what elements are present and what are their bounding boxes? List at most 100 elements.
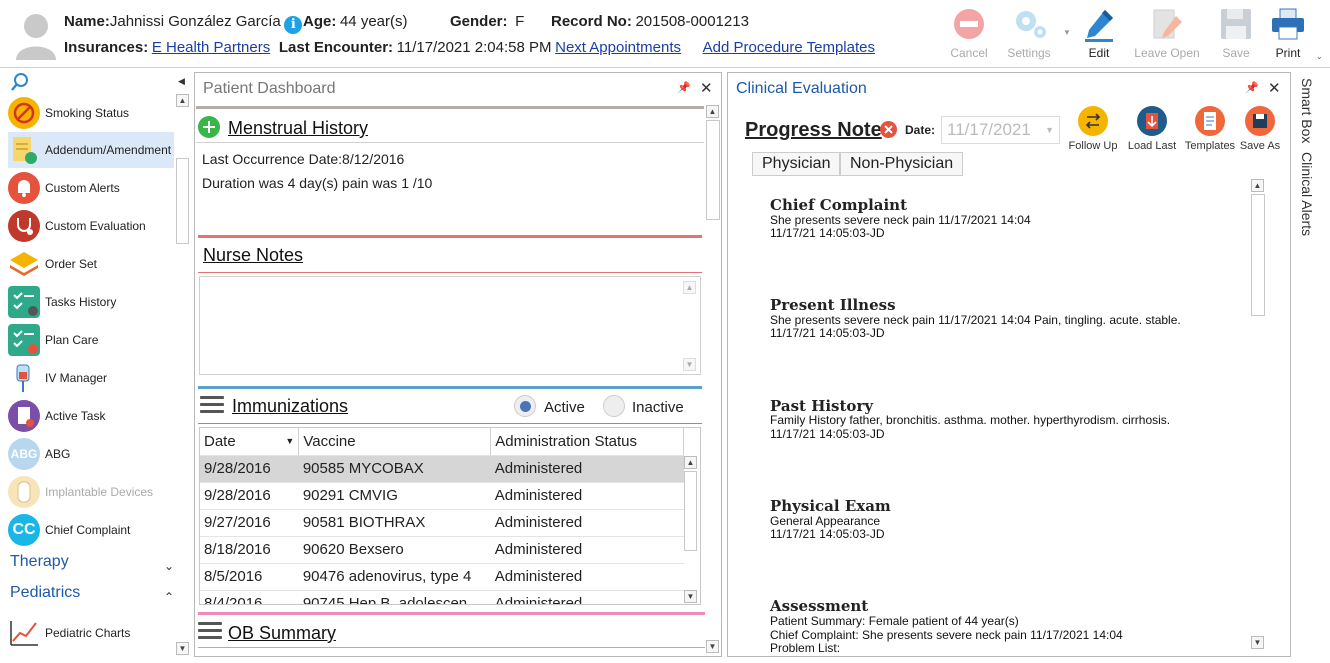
sidebar-item-iv-manager[interactable]: IV Manager — [8, 360, 174, 396]
sidebar-item-abg[interactable]: ABG ABG — [8, 436, 174, 472]
sidebar-scroll-up-icon[interactable]: ▲ — [176, 94, 189, 107]
date-field[interactable]: 11/17/2021 ▼ — [941, 116, 1060, 144]
sidebar-item-plan-care[interactable]: Plan Care — [8, 322, 174, 358]
active-radio[interactable] — [514, 395, 536, 417]
ob-summary-title[interactable]: OB Summary — [228, 623, 336, 644]
settings-button[interactable]: Settings — [1001, 6, 1057, 64]
growth-chart-icon — [8, 617, 40, 649]
chevron-down-icon[interactable]: ▼ — [1045, 125, 1054, 135]
patient-header: Name:Jahnissi González García i Age: 44 … — [0, 0, 1330, 68]
table-row[interactable]: 8/4/2016 90745 Hep B, adolescen Administer… — [200, 590, 684, 604]
info-icon[interactable]: i — [284, 16, 303, 34]
sidebar-item-chief-complaint[interactable]: CC Chief Complaint — [8, 512, 174, 548]
sidebar-item-addendum-amendment[interactable]: Addendum/Amendment — [8, 132, 174, 168]
table-row[interactable]: 9/28/2016 90585 MYCOBAX Administered — [200, 455, 684, 483]
menstrual-history-title[interactable]: Menstrual History — [228, 118, 368, 139]
note-scroll-down-icon[interactable]: ▼ — [1251, 636, 1264, 649]
table-scroll-down-icon[interactable]: ▼ — [684, 590, 697, 603]
tab-non-physician[interactable]: Non-Physician — [840, 152, 964, 176]
column-header-administration-status[interactable]: Administration Status — [490, 428, 684, 456]
clipboard-task-icon — [8, 400, 40, 432]
table-scroll-up-icon[interactable]: ▲ — [684, 456, 697, 469]
sidebar-item-label: Chief Complaint — [45, 523, 131, 537]
tab-clinical-alerts[interactable]: Clinical Alerts — [1299, 152, 1315, 236]
age-label: Age: — [303, 13, 337, 30]
no-smoking-icon — [8, 97, 40, 129]
menu-icon[interactable] — [200, 396, 224, 414]
collapse-sidebar-icon[interactable]: ◀ — [178, 76, 185, 87]
templates-button[interactable]: Templates — [1181, 106, 1239, 152]
category-therapy[interactable]: Therapy — [10, 553, 69, 571]
sidebar-scrollbar-thumb[interactable] — [176, 158, 189, 244]
tab-smart-box[interactable]: Smart Box — [1299, 78, 1315, 143]
leave-open-button[interactable]: Leave Open — [1131, 6, 1203, 64]
inactive-radio[interactable] — [603, 395, 625, 417]
table-scrollbar-thumb[interactable] — [684, 471, 697, 551]
add-icon[interactable] — [198, 116, 220, 138]
table-row[interactable]: 8/18/2016 90620 Bexsero Administered — [200, 536, 684, 564]
table-row[interactable]: 9/27/2016 90581 BIOTHRAX Administered — [200, 509, 684, 537]
sidebar-item-smoking-status[interactable]: Smoking Status — [8, 95, 174, 131]
sidebar-item-active-task[interactable]: Active Task — [8, 398, 174, 434]
sidebar-item-label: Smoking Status — [45, 106, 130, 120]
insurance-link[interactable]: E Health Partners — [152, 39, 270, 56]
nurse-notes-textarea[interactable] — [199, 276, 701, 375]
chevron-up-icon[interactable]: ⌃ — [164, 590, 174, 604]
immunizations-title[interactable]: Immunizations — [232, 396, 348, 417]
patient-age: 44 year(s) — [339, 13, 408, 30]
dashboard-scroll-up-icon[interactable]: ▲ — [706, 105, 719, 118]
sidebar-item-order-set[interactable]: Order Set — [8, 246, 174, 282]
notes-scroll-down-icon[interactable]: ▼ — [683, 358, 696, 371]
expand-icon[interactable]: ⌄ — [1316, 52, 1323, 61]
table-row[interactable]: 8/5/2016 90476 adenovirus, type 4 Administ… — [200, 563, 684, 591]
add-procedure-templates-link[interactable]: Add Procedure Templates — [703, 39, 875, 56]
close-icon[interactable]: ✕ — [700, 79, 713, 97]
save-button[interactable]: Save — [1208, 6, 1264, 64]
column-header-date[interactable]: Date ▼ — [200, 428, 300, 456]
edit-button[interactable]: Edit — [1071, 6, 1127, 64]
menu-icon[interactable] — [198, 622, 222, 640]
dashboard-scroll-down-icon[interactable]: ▼ — [706, 640, 719, 653]
settings-chevron-down-icon[interactable]: ▼ — [1063, 28, 1071, 37]
next-appointments-link[interactable]: Next Appointments — [555, 39, 681, 56]
follow-up-button[interactable]: Follow Up — [1064, 106, 1122, 152]
pin-icon[interactable]: 📌 — [677, 81, 691, 94]
note-scrollbar-thumb[interactable] — [1251, 194, 1265, 316]
last-encounter-value: 11/17/2021 2:04:58 PM — [396, 39, 552, 56]
sidebar-item-pediatric-charts[interactable]: Pediatric Charts — [8, 615, 174, 651]
divider — [196, 142, 704, 143]
sidebar-item-implantable-devices[interactable]: Implantable Devices — [8, 474, 174, 510]
save-as-button[interactable]: Save As — [1235, 106, 1285, 152]
dashboard-scrollbar-thumb[interactable] — [706, 120, 720, 220]
table-row[interactable]: 9/28/2016 90291 CMVIG Administered — [200, 482, 684, 510]
sidebar-item-label: ABG — [45, 447, 71, 461]
category-pediatrics[interactable]: Pediatrics — [10, 584, 80, 602]
floppy-disk-icon — [1245, 106, 1275, 136]
remove-icon[interactable] — [880, 121, 897, 138]
print-button[interactable]: Print — [1260, 6, 1316, 64]
pin-icon[interactable]: 📌 — [1245, 81, 1259, 94]
notes-scroll-up-icon[interactable]: ▲ — [683, 281, 696, 294]
nurse-notes-rule — [198, 235, 702, 238]
load-last-button[interactable]: Load Last — [1123, 106, 1181, 152]
templates-label: Templates — [1184, 140, 1236, 152]
tab-physician[interactable]: Physician — [752, 152, 841, 176]
sort-down-icon[interactable]: ▼ — [285, 436, 294, 446]
checklist-clock-icon — [8, 286, 40, 318]
note-scroll-up-icon[interactable]: ▲ — [1251, 179, 1264, 192]
sidebar-item-custom-evaluation[interactable]: Custom Evaluation — [8, 208, 174, 244]
cancel-button[interactable]: Cancel — [941, 6, 997, 64]
chevron-down-icon[interactable]: ⌄ — [164, 559, 174, 573]
patient-name-row: Name:Jahnissi González García i — [64, 13, 303, 34]
sidebar-item-tasks-history[interactable]: Tasks History — [8, 284, 174, 320]
search-icon[interactable] — [10, 72, 30, 92]
save-label: Save — [1222, 46, 1250, 60]
clinical-evaluation-title: Clinical Evaluation — [736, 80, 867, 97]
sidebar-scroll-down-icon[interactable]: ▼ — [176, 642, 189, 655]
divider — [196, 106, 704, 109]
sidebar-item-custom-alerts[interactable]: Custom Alerts — [8, 170, 174, 206]
immunizations-table-wrapper: Date ▼ Vaccine Administration Status 9/28… — [199, 427, 701, 605]
column-header-vaccine[interactable]: Vaccine — [298, 428, 492, 456]
note-line: Problem List: — [770, 642, 841, 652]
close-icon[interactable]: ✕ — [1268, 79, 1281, 97]
